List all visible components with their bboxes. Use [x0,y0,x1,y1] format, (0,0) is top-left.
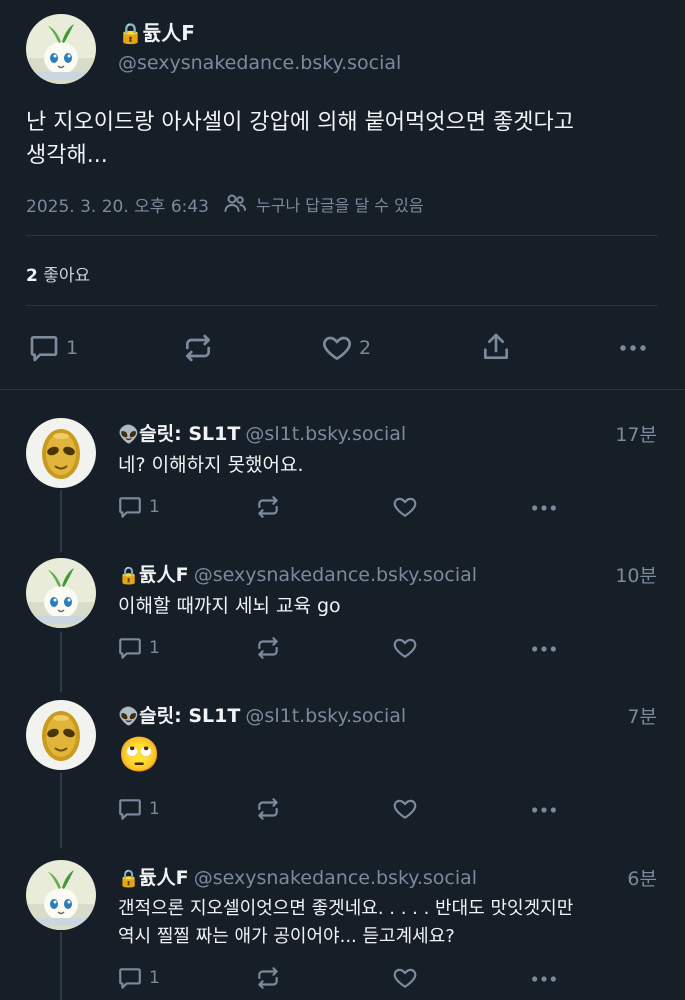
post-text-line: 역시 찔찔 짜는 애가 공이어야... 듣고계세요? [118,926,455,947]
likes-summary[interactable]: 2 좋아요 [26,261,90,286]
reply-count: 1 [149,638,160,658]
post-text: 네? 이해하지 못했어요. [118,454,304,476]
reply-count: 1 [149,799,160,819]
reply-header: 👽슬릿: SL1T @sl1t.bsky.social [118,419,406,446]
share-upload-icon [480,331,512,363]
thread-line [60,632,62,692]
speech-bubble-icon [117,494,143,520]
like-button[interactable] [392,796,418,822]
like-count: 2 [359,337,372,359]
reply-header: 🔒듌人F @sexysnakedance.bsky.social [118,863,477,890]
author-name[interactable]: 슬릿: SL1T [139,705,240,727]
speech-bubble-icon [117,965,143,991]
reply-header: 🔒듌人F @sexysnakedance.bsky.social [118,560,477,587]
heart-icon [392,635,418,661]
author-emoji: 👽 [118,425,140,445]
speech-bubble-icon [28,332,60,364]
like-button[interactable]: 2 [321,332,371,364]
like-button[interactable] [392,965,418,991]
thread-line [60,932,62,1000]
avatar[interactable] [26,860,96,930]
post-timestamp: 2025. 3. 20. 오후 6:43 [26,197,209,217]
heart-icon [392,796,418,822]
post-text: 🙄 [118,735,161,775]
author-emoji: 🔒 [118,869,140,889]
more-dots-icon [530,635,558,663]
repost-button[interactable] [255,796,281,822]
post-text: 난 지오이드랑 아사셀이 강압에 의해 붙어먹엇으면 좋겟다고 생각해... [26,106,666,172]
more-dots-icon [530,494,558,522]
more-button[interactable] [530,796,558,824]
divider [26,235,658,236]
author-handle[interactable]: @sexysnakedance.bsky.social [194,867,477,889]
author-name[interactable]: 슬릿: SL1T [139,423,240,445]
reply-button[interactable]: 1 [117,494,160,520]
reply-count: 1 [149,968,160,988]
people-icon [223,191,247,215]
share-button[interactable] [480,331,512,363]
repost-button[interactable] [255,635,281,661]
speech-bubble-icon [117,796,143,822]
heart-icon [392,494,418,520]
author-handle[interactable]: @sl1t.bsky.social [245,705,406,727]
more-dots-icon [530,965,558,993]
repost-arrows-icon [255,635,281,661]
repost-button[interactable] [255,494,281,520]
author-name[interactable]: 🔒듌人F [118,17,195,46]
reply-button[interactable]: 1 [28,332,78,364]
post-text-line: 갠적으론 지오셀이엇으면 좋겟네요. . . . . 반대도 맛잇겟지만 [118,898,574,919]
more-button[interactable] [530,965,558,993]
author-handle[interactable]: @sexysnakedance.bsky.social [118,52,401,74]
reply-button[interactable]: 1 [117,635,160,661]
post-time[interactable]: 10분 [615,561,657,588]
post-time[interactable]: 7분 [627,702,657,729]
author-name[interactable]: 듌人F [139,867,188,889]
more-dots-icon [530,796,558,824]
post-text: 이해할 때까지 세뇌 교육 go [118,595,341,617]
section-divider [0,389,685,390]
repost-button[interactable] [255,965,281,991]
author-handle[interactable]: @sl1t.bsky.social [245,423,406,445]
author-emoji: 👽 [118,707,140,727]
heart-icon [392,965,418,991]
divider [26,305,658,306]
repost-arrows-icon [255,494,281,520]
heart-icon [321,332,353,364]
like-button[interactable] [392,494,418,520]
post-time[interactable]: 6분 [627,864,657,891]
likes-count: 2 [26,266,38,286]
reply-setting[interactable]: 누구나 답글을 달 수 있음 [256,192,424,216]
repost-arrows-icon [255,965,281,991]
more-dots-icon [618,333,648,363]
reply-button[interactable]: 1 [117,796,160,822]
repost-button[interactable] [182,332,214,364]
reply-count: 1 [66,337,79,359]
more-button[interactable] [530,635,558,663]
post-text-line: 난 지오이드랑 아사셀이 강압에 의해 붙어먹엇으면 좋겟다고 [26,110,574,135]
repost-arrows-icon [182,332,214,364]
post-text-line: 생각해... [26,143,108,168]
thread-line [60,773,62,848]
avatar[interactable] [26,14,96,84]
author-emoji: 🔒 [118,566,140,586]
author-name[interactable]: 듌人F [139,564,188,586]
avatar[interactable] [26,418,96,488]
more-button[interactable] [530,494,558,522]
like-button[interactable] [392,635,418,661]
speech-bubble-icon [117,635,143,661]
reply-button[interactable]: 1 [117,965,160,991]
author-handle[interactable]: @sexysnakedance.bsky.social [194,564,477,586]
thread-line [60,490,62,552]
post-time[interactable]: 17분 [615,420,657,447]
reply-header: 👽슬릿: SL1T @sl1t.bsky.social [118,701,406,728]
more-button[interactable] [618,333,648,363]
avatar[interactable] [26,700,96,770]
avatar[interactable] [26,558,96,628]
likes-label: 좋아요 [43,266,91,286]
reply-count: 1 [149,497,160,517]
post-text: 갠적으론 지오셀이엇으면 좋겟네요. . . . . 반대도 맛잇겟지만 역시 … [118,895,573,951]
repost-arrows-icon [255,796,281,822]
